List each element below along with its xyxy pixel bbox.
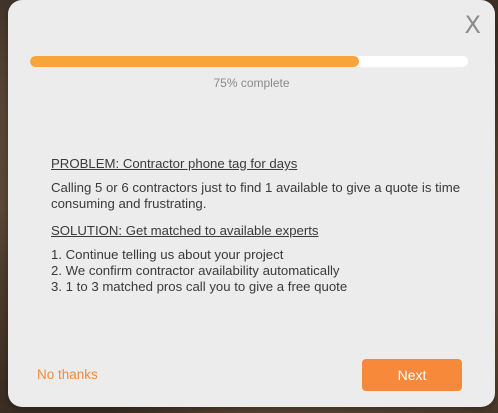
step-item: 2. We confirm contractor availability au… bbox=[51, 263, 340, 278]
progress-label: 75% complete bbox=[213, 76, 290, 90]
problem-heading: PROBLEM: Contractor phone tag for days bbox=[51, 156, 298, 171]
next-button[interactable]: Next bbox=[362, 359, 462, 391]
problem-text: Calling 5 or 6 contractors just to find … bbox=[51, 180, 461, 211]
progress-bar-fill bbox=[30, 56, 359, 67]
close-button[interactable]: X bbox=[465, 13, 481, 37]
solution-heading: SOLUTION: Get matched to available exper… bbox=[51, 223, 319, 238]
progress-modal: X 75% complete PROBLEM: Contractor phone… bbox=[8, 0, 495, 407]
solution-steps: 1. Continue telling us about your projec… bbox=[51, 247, 461, 295]
step-item: 3. 1 to 3 matched pros call you to give … bbox=[51, 279, 348, 294]
no-thanks-link[interactable]: No thanks bbox=[37, 367, 98, 382]
step-item: 1. Continue telling us about your projec… bbox=[51, 247, 284, 262]
progress-bar bbox=[30, 56, 468, 67]
modal-body: PROBLEM: Contractor phone tag for days C… bbox=[51, 156, 461, 295]
